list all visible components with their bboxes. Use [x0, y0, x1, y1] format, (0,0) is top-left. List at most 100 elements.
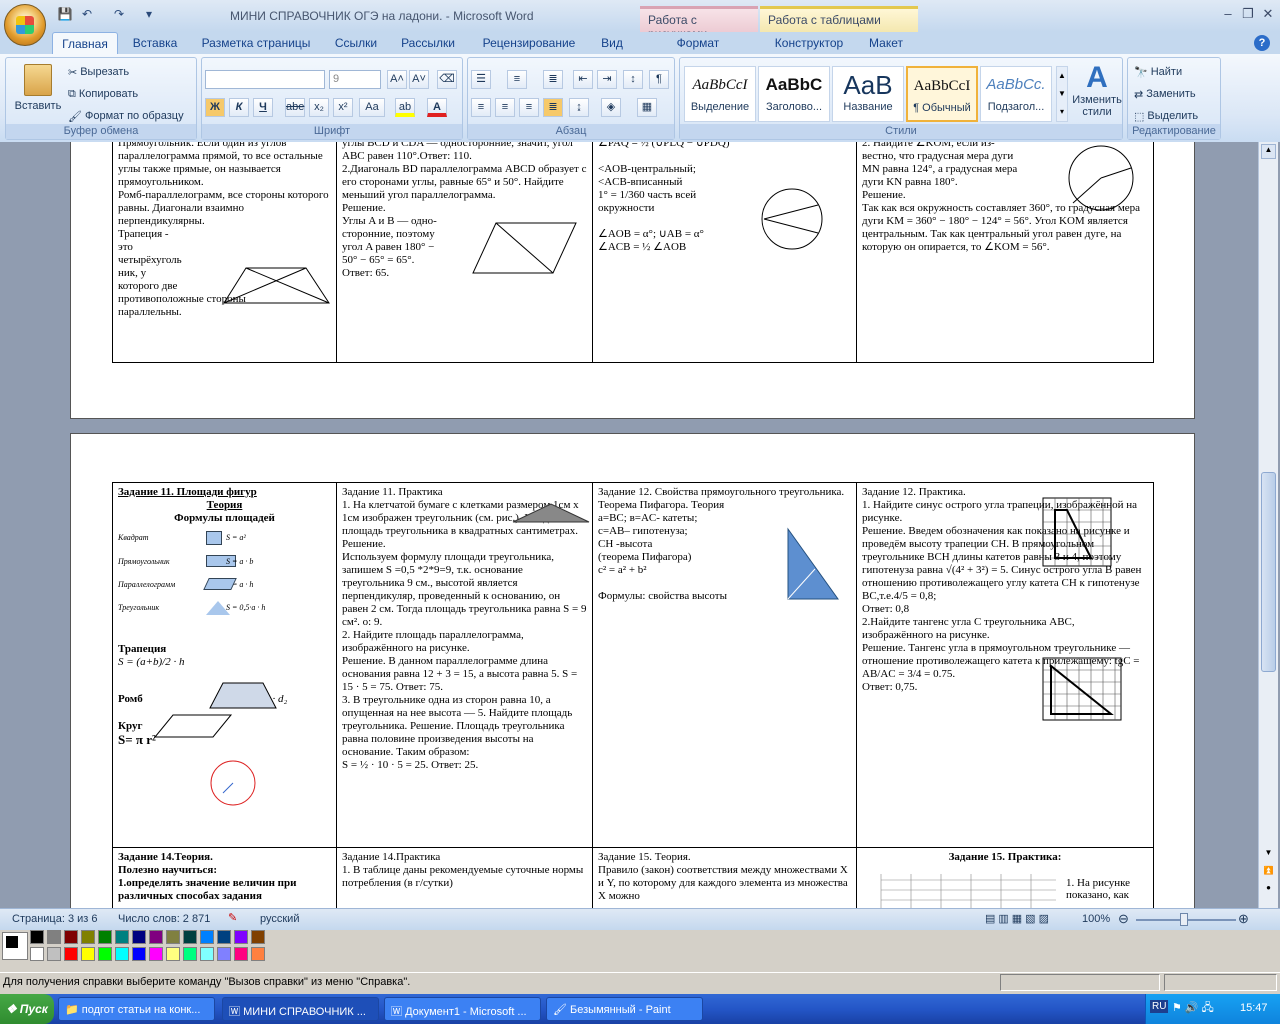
- sort-icon[interactable]: ↕: [623, 70, 643, 89]
- show-marks-icon[interactable]: ¶: [649, 70, 669, 89]
- line-spacing-icon[interactable]: ↨: [569, 98, 589, 117]
- color-swatch[interactable]: [98, 930, 112, 944]
- tab-home[interactable]: Главная: [52, 32, 118, 54]
- scroll-up-icon[interactable]: ▲: [1261, 144, 1276, 159]
- tray-icons[interactable]: ⚑🔊🖧: [1172, 999, 1217, 1018]
- color-swatch[interactable]: [149, 947, 163, 961]
- strikethrough-button[interactable]: abe: [285, 98, 305, 117]
- color-swatch[interactable]: [251, 947, 265, 961]
- color-swatch[interactable]: [132, 947, 146, 961]
- tab-view[interactable]: Вид: [594, 32, 630, 54]
- browse-object-icon[interactable]: ●: [1261, 883, 1276, 898]
- help-icon[interactable]: ?: [1254, 35, 1270, 51]
- change-case-button[interactable]: Aa: [359, 98, 385, 117]
- language-indicator[interactable]: RU: [1150, 1000, 1169, 1013]
- borders-icon[interactable]: ▦: [637, 98, 657, 117]
- grow-font-icon[interactable]: A˄: [387, 70, 407, 89]
- cut-button[interactable]: ✂ Вырезать: [68, 62, 129, 82]
- font-name-combo[interactable]: [205, 70, 325, 89]
- select-button[interactable]: ⬚ Выделить: [1134, 106, 1198, 126]
- scroll-thumb[interactable]: [1261, 472, 1276, 672]
- style-emphasis[interactable]: AaBbCcI Выделение: [684, 66, 756, 122]
- vertical-scrollbar[interactable]: ▲ ▼ ⏫ ●: [1258, 142, 1278, 908]
- italic-button[interactable]: К: [229, 98, 249, 117]
- color-swatch[interactable]: [47, 947, 61, 961]
- zoom-thumb[interactable]: [1180, 913, 1188, 926]
- multilevel-list-icon[interactable]: ≣: [543, 70, 563, 89]
- highlight-icon[interactable]: ab: [395, 98, 415, 117]
- office-button[interactable]: [4, 4, 46, 46]
- color-swatch[interactable]: [251, 930, 265, 944]
- scroll-down-icon[interactable]: ▼: [1261, 848, 1276, 863]
- document-area[interactable]: Прямоугольник. Если один из углов паралл…: [0, 142, 1280, 908]
- justify-icon[interactable]: ≣: [543, 98, 563, 117]
- change-styles-button[interactable]: A Изменить стили: [1072, 62, 1122, 119]
- styles-scroll[interactable]: ▲ ▼ ▾: [1056, 66, 1068, 122]
- spellcheck-icon[interactable]: ✎: [228, 911, 237, 924]
- customize-qat-icon[interactable]: ▾: [140, 7, 158, 23]
- zoom-out-icon[interactable]: ⊖: [1118, 911, 1129, 927]
- style-title[interactable]: AaB Название: [832, 66, 904, 122]
- tab-design[interactable]: Конструктор: [766, 32, 852, 54]
- prev-page-icon[interactable]: ⏫: [1261, 866, 1276, 881]
- color-swatch[interactable]: [30, 930, 44, 944]
- style-normal[interactable]: AaBbCcI ¶ Обычный: [906, 66, 978, 122]
- underline-button[interactable]: Ч: [253, 98, 273, 117]
- find-button[interactable]: 🔭 Найти: [1134, 62, 1182, 82]
- align-center-icon[interactable]: ≡: [495, 98, 515, 117]
- restore-icon[interactable]: ❐: [1238, 6, 1258, 22]
- tab-layout[interactable]: Макет: [864, 32, 908, 54]
- language[interactable]: русский: [260, 913, 299, 925]
- color-swatch[interactable]: [149, 930, 163, 944]
- paste-button[interactable]: Вставить: [12, 64, 64, 112]
- align-left-icon[interactable]: ≡: [471, 98, 491, 117]
- color-swatch[interactable]: [64, 947, 78, 961]
- replace-button[interactable]: ⇄ Заменить: [1134, 84, 1196, 104]
- color-swatch[interactable]: [183, 947, 197, 961]
- align-right-icon[interactable]: ≡: [519, 98, 539, 117]
- color-swatch[interactable]: [115, 947, 129, 961]
- view-buttons-icon[interactable]: ▤▥▦▧▨: [985, 912, 1052, 925]
- color-swatch[interactable]: [132, 930, 146, 944]
- page-counter[interactable]: Страница: 3 из 6: [12, 913, 98, 925]
- shading-icon[interactable]: ◈: [601, 98, 621, 117]
- color-swatch[interactable]: [234, 947, 248, 961]
- clear-format-icon[interactable]: ⌫: [437, 70, 457, 89]
- color-swatch[interactable]: [200, 930, 214, 944]
- color-swatch[interactable]: [81, 930, 95, 944]
- redo-icon[interactable]: ↷: [110, 7, 128, 23]
- superscript-button[interactable]: x²: [333, 98, 353, 117]
- increase-indent-icon[interactable]: ⇥: [597, 70, 617, 89]
- color-swatch[interactable]: [30, 947, 44, 961]
- color-swatch[interactable]: [234, 930, 248, 944]
- task-word-active[interactable]: 🅆 МИНИ СПРАВОЧНИК ...: [222, 997, 379, 1021]
- style-heading[interactable]: AaBbC Заголово...: [758, 66, 830, 122]
- tab-mailings[interactable]: Рассылки: [396, 32, 460, 54]
- start-button[interactable]: ❖ Пуск: [0, 994, 54, 1024]
- font-color-icon[interactable]: A: [427, 98, 447, 117]
- color-swatch[interactable]: [64, 930, 78, 944]
- color-swatch[interactable]: [183, 930, 197, 944]
- color-swatch[interactable]: [47, 930, 61, 944]
- subscript-button[interactable]: x₂: [309, 98, 329, 117]
- tab-insert[interactable]: Вставка: [126, 32, 184, 54]
- shrink-font-icon[interactable]: A˅: [409, 70, 429, 89]
- color-swatch[interactable]: [217, 930, 231, 944]
- numbering-icon[interactable]: ≡: [507, 70, 527, 89]
- color-swatch[interactable]: [81, 947, 95, 961]
- task-paint[interactable]: 🖌 Безымянный - Paint: [546, 997, 703, 1021]
- color-swatch[interactable]: [98, 947, 112, 961]
- task-folder[interactable]: 📁 подгот статьи на конк...: [58, 997, 215, 1021]
- format-painter-button[interactable]: 🖌 Формат по образцу: [68, 106, 184, 126]
- color-swatch[interactable]: [166, 947, 180, 961]
- current-colors[interactable]: [2, 932, 28, 960]
- bullets-icon[interactable]: ☰: [471, 70, 491, 89]
- zoom-level[interactable]: 100%: [1082, 913, 1110, 925]
- word-count[interactable]: Число слов: 2 871: [118, 913, 210, 925]
- tab-references[interactable]: Ссылки: [328, 32, 384, 54]
- minimize-icon[interactable]: –: [1218, 6, 1238, 22]
- font-size-combo[interactable]: 9: [329, 70, 381, 89]
- task-word[interactable]: 🅆 Документ1 - Microsoft ...: [384, 997, 541, 1021]
- copy-button[interactable]: ⧉ Копировать: [68, 84, 138, 104]
- bold-button[interactable]: Ж: [205, 98, 225, 117]
